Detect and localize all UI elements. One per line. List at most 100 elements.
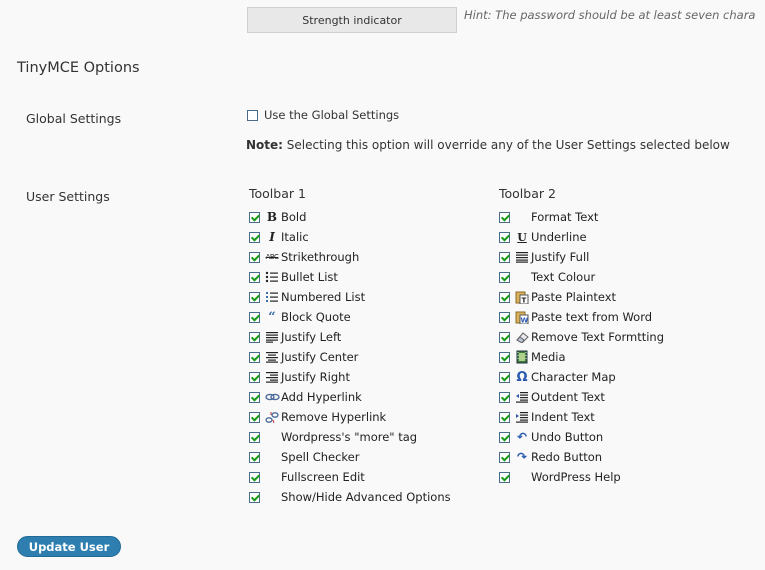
justify-center-icon (264, 350, 280, 364)
toolbar2-option-label: Character Map (531, 370, 616, 384)
icon-placeholder (514, 470, 530, 484)
toolbar1-option-checkbox[interactable] (249, 271, 260, 283)
password-strength-indicator: Strength indicator (247, 7, 457, 33)
italic-icon: I (269, 230, 275, 244)
toolbar1-option-checkbox[interactable] (249, 231, 260, 243)
toolbar2-option-checkbox[interactable] (499, 451, 510, 463)
toolbar1-option-checkbox[interactable] (249, 251, 260, 263)
eraser-icon (514, 330, 530, 344)
toolbar2-option-checkbox[interactable] (499, 271, 510, 283)
toolbar1-option-checkbox[interactable] (249, 291, 260, 303)
global-settings-option[interactable]: Use the Global Settings (247, 108, 399, 122)
toolbar2-option-checkbox[interactable] (499, 351, 510, 363)
toolbar1-option[interactable]: Justify Left (247, 327, 451, 347)
toolbar1-option-label: Justify Center (281, 350, 359, 364)
toolbar2-option-label: Undo Button (531, 430, 604, 444)
blockquote-icon: “ (268, 310, 276, 324)
justify-full-icon (514, 250, 530, 264)
toolbar1-option[interactable]: “ Block Quote (247, 307, 451, 327)
toolbar2-option[interactable]: Media (497, 347, 664, 367)
toolbar1-option-label: Wordpress's "more" tag (281, 430, 418, 444)
toolbar1-option[interactable]: Justify Center (247, 347, 451, 367)
global-settings-checkbox[interactable] (247, 109, 258, 121)
icon-placeholder (514, 210, 530, 224)
toolbar2-option[interactable]: Indent Text (497, 407, 664, 427)
toolbar2-option[interactable]: W Paste text from Word (497, 307, 664, 327)
svg-text:T: T (522, 297, 527, 305)
toolbar1-option-label: Add Hyperlink (281, 390, 362, 404)
toolbar2-option[interactable]: WordPress Help (497, 467, 664, 487)
toolbar1-option[interactable]: ABC Strikethrough (247, 247, 451, 267)
toolbar2-option-checkbox[interactable] (499, 231, 510, 243)
toolbar2-option-checkbox[interactable] (499, 251, 510, 263)
toolbar1-option[interactable]: Show/Hide Advanced Options (247, 487, 451, 507)
toolbar2-option[interactable]: Text Colour (497, 267, 664, 287)
toolbar1-option[interactable]: I Italic (247, 227, 451, 247)
toolbar1-option-checkbox[interactable] (249, 331, 260, 343)
toolbar1-option-checkbox[interactable] (249, 491, 260, 503)
toolbar1-option-checkbox[interactable] (249, 451, 260, 463)
toolbar1-option-checkbox[interactable] (249, 371, 260, 383)
toolbar2-option-label: Underline (531, 230, 587, 244)
toolbar1-option-checkbox[interactable] (249, 431, 260, 443)
link-icon (264, 390, 280, 404)
toolbar2-option-checkbox[interactable] (499, 291, 510, 303)
toolbar2-option-checkbox[interactable] (499, 331, 510, 343)
icon-placeholder (264, 430, 280, 444)
toolbar1-option[interactable]: Numbered List (247, 287, 451, 307)
toolbar1-option[interactable]: Bullet List (247, 267, 451, 287)
media-icon (514, 350, 530, 364)
toolbar1-option-checkbox[interactable] (249, 391, 260, 403)
toolbar2-option[interactable]: ↶ Undo Button (497, 427, 664, 447)
note-text: Selecting this option will override any … (282, 138, 730, 152)
toolbar1-option-label: Bold (281, 210, 307, 224)
toolbar1-option[interactable]: Spell Checker (247, 447, 451, 467)
toolbar2-option[interactable]: Outdent Text (497, 387, 664, 407)
update-user-button[interactable]: Update User (17, 536, 121, 557)
toolbar1-option[interactable]: Fullscreen Edit (247, 467, 451, 487)
toolbar2-option-checkbox[interactable] (499, 431, 510, 443)
paste-plaintext-icon: T (514, 290, 530, 304)
toolbar1-option[interactable]: Justify Right (247, 367, 451, 387)
toolbar1-option[interactable]: B Bold (247, 207, 451, 227)
toolbar1-title: Toolbar 1 (249, 186, 306, 201)
toolbar2-option[interactable]: ↷ Redo Button (497, 447, 664, 467)
toolbar1-column: Toolbar 1 B Bold I Italic ABC Strikethrough Bu… (247, 186, 451, 507)
toolbar2-option-label: Paste Plaintext (531, 290, 617, 304)
toolbar2-option-checkbox[interactable] (499, 311, 510, 323)
toolbar1-option-label: Fullscreen Edit (281, 470, 365, 484)
toolbar2-option-label: Remove Text Formtting (531, 330, 665, 344)
toolbar1-option-label: Bullet List (281, 270, 338, 284)
password-hint: Hint: The password should be at least se… (464, 8, 756, 22)
toolbar1-options: B Bold I Italic ABC Strikethrough Bullet List N… (247, 207, 451, 507)
toolbar2-option[interactable]: T Paste Plaintext (497, 287, 664, 307)
toolbar2-option[interactable]: Ω Character Map (497, 367, 664, 387)
toolbar2-option[interactable]: Remove Text Formtting (497, 327, 664, 347)
toolbar1-option-checkbox[interactable] (249, 351, 260, 363)
global-settings-note: Note: Selecting this option will overrid… (246, 138, 730, 152)
toolbar2-option-checkbox[interactable] (499, 211, 510, 223)
toolbar1-option-checkbox[interactable] (249, 471, 260, 483)
icon-placeholder (514, 270, 530, 284)
toolbar1-option-checkbox[interactable] (249, 411, 260, 423)
toolbar1-option-label: Italic (281, 230, 309, 244)
toolbar1-option[interactable]: Add Hyperlink (247, 387, 451, 407)
toolbar1-option-label: Justify Left (281, 330, 342, 344)
toolbar2-option-label: Format Text (531, 210, 599, 224)
toolbar1-option-checkbox[interactable] (249, 311, 260, 323)
redo-icon: ↷ (516, 450, 528, 464)
justify-left-icon (264, 330, 280, 344)
toolbar2-option-checkbox[interactable] (499, 371, 510, 383)
toolbar2-option-checkbox[interactable] (499, 411, 510, 423)
toolbar2-option-checkbox[interactable] (499, 471, 510, 483)
toolbar1-option-label: Strikethrough (281, 250, 360, 264)
omega-icon: Ω (516, 370, 528, 384)
toolbar1-option[interactable]: Remove Hyperlink (247, 407, 451, 427)
toolbar1-option-checkbox[interactable] (249, 211, 260, 223)
toolbar1-option[interactable]: Wordpress's "more" tag (247, 427, 451, 447)
toolbar2-option[interactable]: U Underline (497, 227, 664, 247)
toolbar2-option-checkbox[interactable] (499, 391, 510, 403)
toolbar2-option-label: Justify Full (531, 250, 590, 264)
toolbar2-option[interactable]: Justify Full (497, 247, 664, 267)
toolbar2-option[interactable]: Format Text (497, 207, 664, 227)
